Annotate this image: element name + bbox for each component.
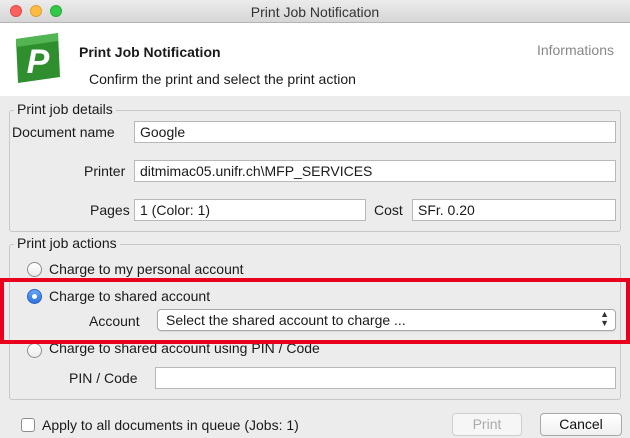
header-subtitle: Confirm the print and select the print a…	[89, 71, 356, 87]
dialog-header: P Print Job Notification Confirm the pri…	[0, 23, 630, 96]
pages-field[interactable]: 1 (Color: 1)	[134, 199, 366, 221]
logo-letter: P	[27, 43, 50, 81]
cost-field[interactable]: SFr. 0.20	[412, 199, 616, 221]
pin-code-radio[interactable]	[27, 343, 42, 358]
print-job-details-legend: Print job details	[14, 101, 116, 117]
personal-account-label[interactable]: Charge to my personal account	[49, 261, 244, 277]
informations-link[interactable]: Informations	[537, 42, 614, 58]
print-button[interactable]: Print	[452, 413, 522, 436]
apply-to-all-checkbox[interactable]	[21, 418, 35, 432]
cost-label: Cost	[374, 202, 403, 218]
highlight-annotation	[0, 278, 630, 344]
apply-to-all-label[interactable]: Apply to all documents in queue (Jobs: 1…	[42, 417, 299, 433]
printer-label: Printer	[84, 163, 126, 179]
header-title: Print Job Notification	[79, 44, 221, 60]
printer-field[interactable]: ditmimac05.unifr.ch\MFP_SERVICES	[134, 160, 616, 182]
pages-label: Pages	[90, 202, 130, 218]
print-job-notification-window: Print Job Notification P Print Job Notif…	[0, 0, 630, 438]
pin-code-field[interactable]	[155, 367, 616, 389]
personal-account-radio[interactable]	[27, 262, 42, 277]
papercut-logo-icon: P	[16, 33, 60, 83]
document-name-field[interactable]: Google	[134, 121, 616, 143]
title-bar: Print Job Notification	[0, 0, 630, 23]
window-title: Print Job Notification	[250, 4, 380, 20]
print-job-actions-legend: Print job actions	[14, 235, 120, 251]
cancel-button[interactable]: Cancel	[540, 413, 622, 436]
pin-code-label: PIN / Code	[69, 370, 138, 386]
document-name-label: Document name	[12, 124, 115, 140]
